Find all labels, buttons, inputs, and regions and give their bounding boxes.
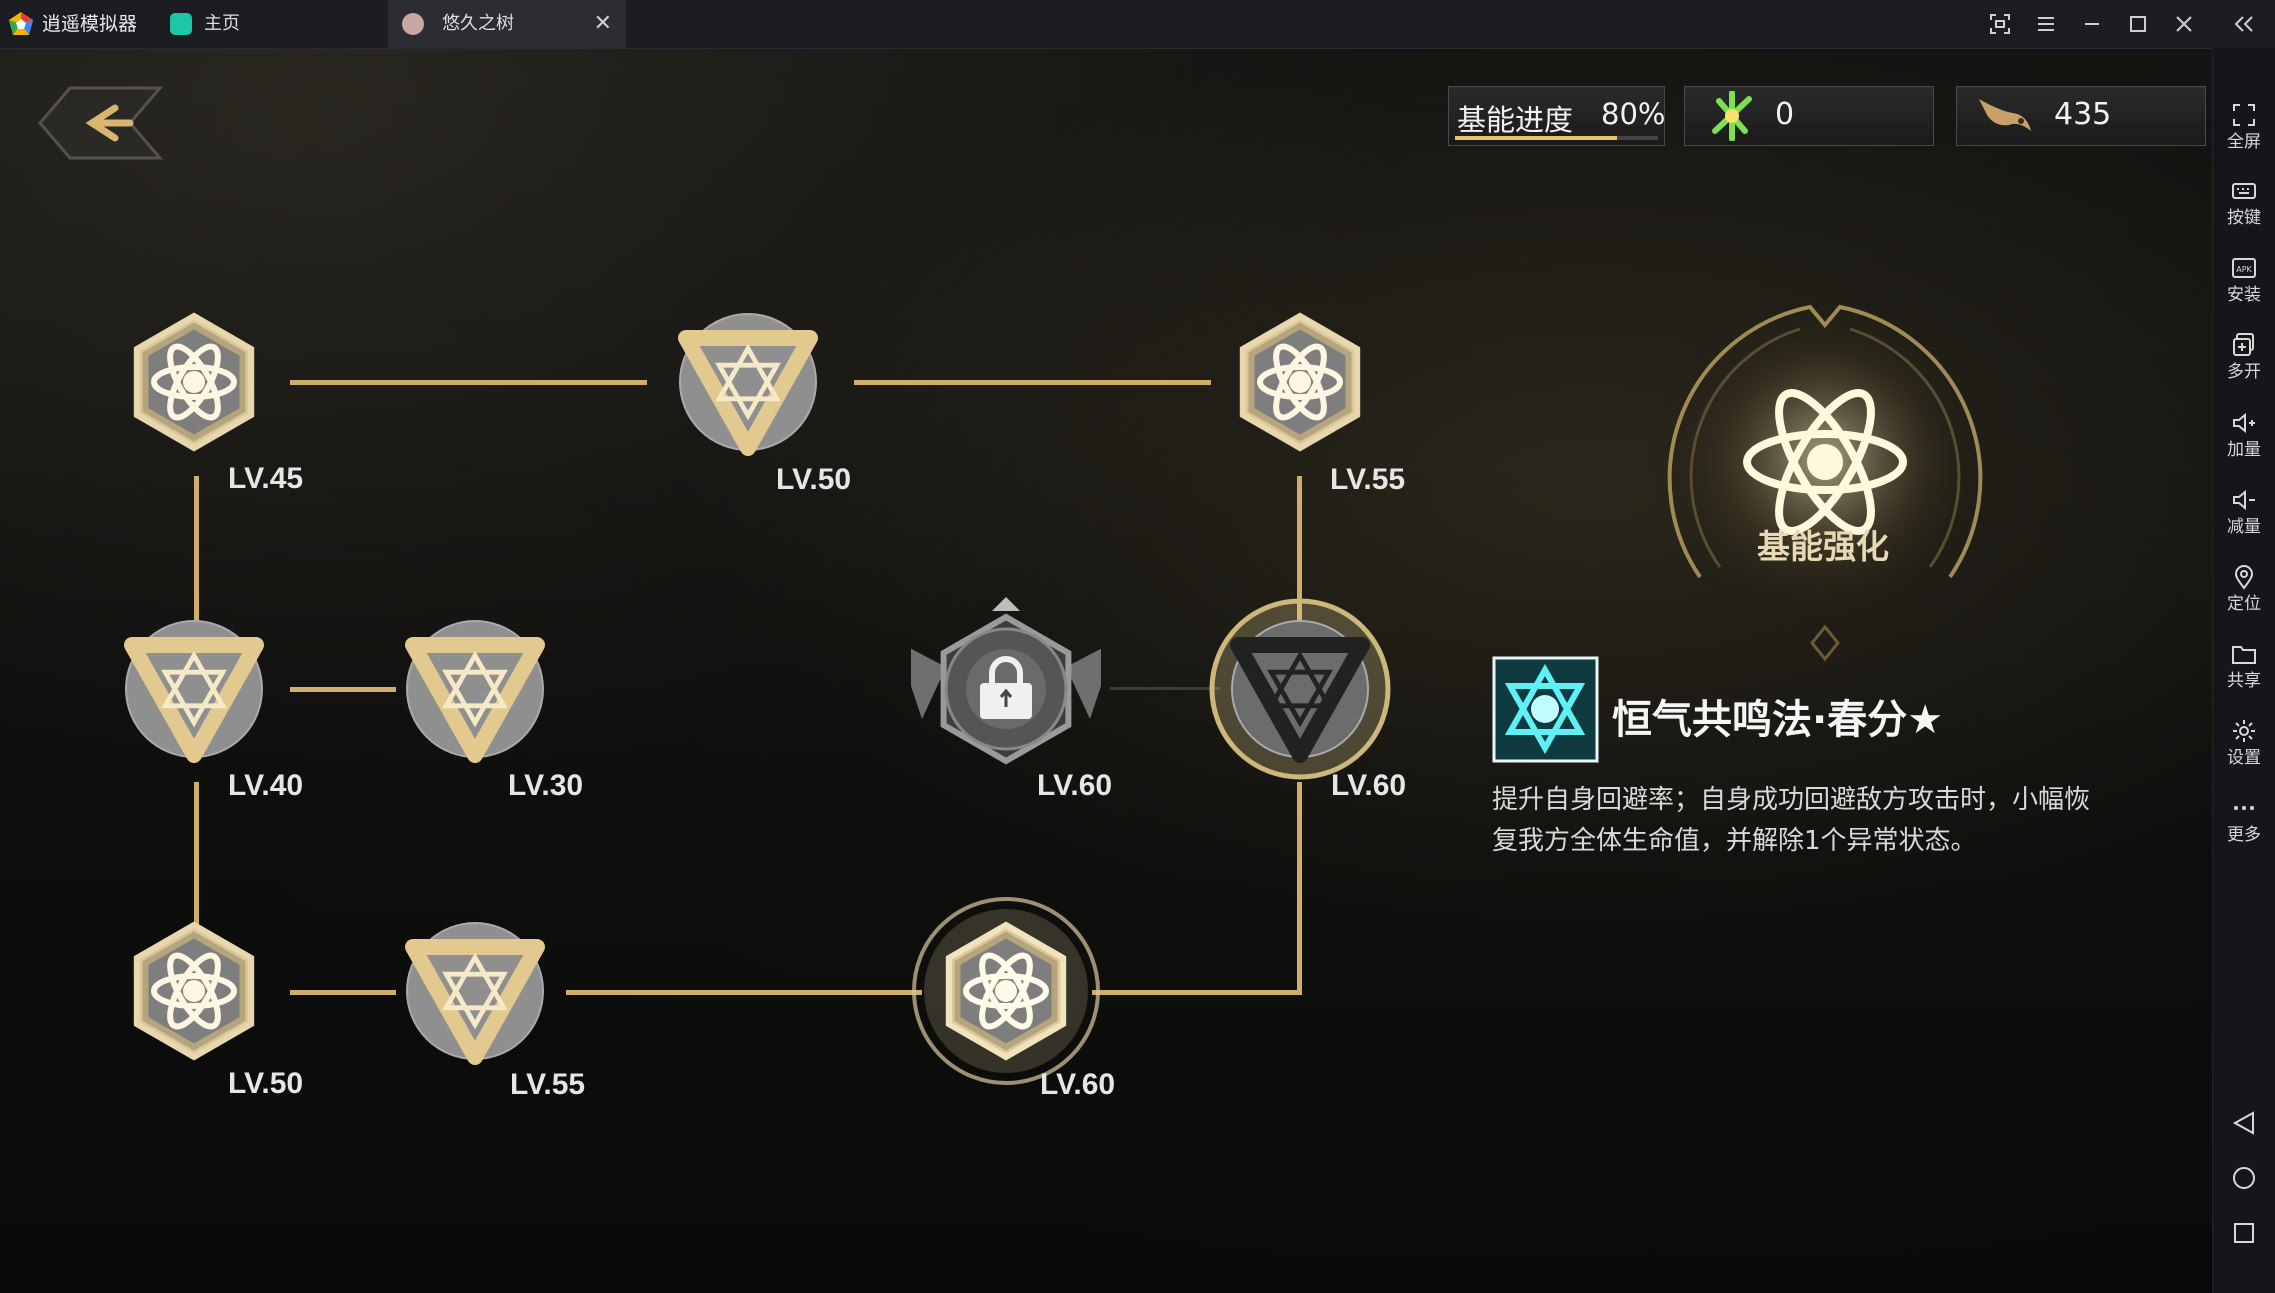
sidebar-item-gear[interactable]: 设置: [2213, 716, 2275, 768]
skill-node-tri[interactable]: [380, 896, 570, 1086]
apk-install-icon: APK: [2232, 258, 2256, 278]
back-arrow-icon[interactable]: [30, 83, 165, 163]
tab-home-label: 主页: [204, 13, 240, 34]
skill-title: 恒气共鸣法·春分★: [1612, 697, 1944, 743]
sidebar-item-apk-install[interactable]: APK 安装: [2213, 253, 2275, 305]
node-level-label: LV.50: [228, 1067, 304, 1100]
sidebar-item-label: 设置: [2227, 748, 2261, 768]
tab-game-label: 悠久之树: [442, 13, 514, 34]
emblem-label: 基能强化: [1757, 527, 1889, 566]
sidebar-item-multi-instance[interactable]: 多开: [2213, 330, 2275, 382]
skill-node-tri[interactable]: [380, 594, 570, 784]
skill-node-hex[interactable]: [99, 287, 289, 477]
currency1-value: 0: [1775, 97, 1795, 132]
volume-up-icon: [2233, 412, 2255, 434]
progress-label: 基能进度: [1457, 103, 1574, 137]
collapse-icon[interactable]: [2221, 0, 2267, 48]
node-level-label: LV.40: [228, 769, 304, 802]
sidebar-item-label: 共享: [2227, 671, 2261, 691]
fullscreen-icon: [2233, 104, 2255, 126]
currency2-panel: 435: [1956, 86, 2206, 146]
sidebar-item-label: 安装: [2227, 285, 2261, 305]
back-triangle-icon[interactable]: [2231, 1110, 2257, 1136]
skill-description: 提升自身回避率；自身成功回避敌方攻击时，小幅恢 复我方全体生命值，并解除1个异常…: [1492, 780, 2192, 862]
tab-game[interactable]: 悠久之树 ✕: [388, 0, 626, 48]
home-tab-icon: [170, 13, 192, 35]
node-level-label: LV.60: [1331, 769, 1407, 802]
menu-icon[interactable]: [2023, 0, 2069, 48]
close-icon[interactable]: [2161, 0, 2207, 48]
title-bar: 逍遥模拟器 主页 悠久之树 ✕: [0, 0, 2275, 49]
connector-line: [854, 380, 1211, 385]
skill-node-tri[interactable]: [99, 594, 289, 784]
currency1-panel: 0: [1684, 86, 1934, 146]
tab-home[interactable]: 主页: [160, 0, 380, 48]
skill-node-hex-glow[interactable]: [911, 896, 1101, 1086]
location-icon: [2234, 565, 2254, 590]
sidebar-item-label: 按键: [2227, 208, 2261, 228]
node-level-label: LV.60: [1040, 1068, 1116, 1101]
skill-star-icon: [1492, 656, 1599, 763]
skill-node-locked[interactable]: [911, 594, 1101, 784]
more-icon: [2234, 806, 2254, 810]
sidebar-item-keyboard[interactable]: 按键: [2213, 176, 2275, 228]
currency2-value: 435: [2054, 97, 2112, 132]
progress-value: 80%: [1601, 97, 1666, 131]
sidebar-item-more[interactable]: 更多: [2213, 793, 2275, 845]
sidebar-item-folder-share[interactable]: 共享: [2213, 639, 2275, 691]
folder-share-icon: [2232, 646, 2256, 664]
sidebar-item-label: 更多: [2227, 825, 2261, 845]
game-viewport[interactable]: 基能进度 80% 0 435 LV.45 LV.50 LV.55 LV.40 L…: [0, 49, 2212, 1293]
skill-node-tri[interactable]: [653, 287, 843, 477]
app-name: 逍遥模拟器: [42, 13, 138, 35]
sidebar-item-volume-up[interactable]: 加量: [2213, 408, 2275, 460]
node-level-label: LV.50: [776, 463, 852, 496]
screenshot-icon[interactable]: [1977, 0, 2023, 48]
node-level-label: LV.30: [508, 769, 584, 802]
node-level-label: LV.55: [1330, 463, 1406, 496]
multi-instance-icon: [2233, 333, 2254, 356]
emulator-sidebar: 全屏按键 APK 安装多开加量减量定位共享设置更多: [2212, 48, 2275, 1293]
energy-enhance-emblem: [1645, 297, 2005, 662]
keyboard-icon: [2232, 183, 2256, 199]
maximize-icon[interactable]: [2115, 0, 2161, 48]
close-tab-icon[interactable]: ✕: [594, 0, 612, 48]
skill-description-line: 复我方全体生命值，并解除1个异常状态。: [1492, 826, 1977, 856]
progress-track: [1455, 136, 1658, 140]
sidebar-item-label: 加量: [2227, 440, 2261, 460]
connector-line: [1092, 990, 1302, 995]
connector-line: [1297, 782, 1302, 995]
sidebar-item-volume-down[interactable]: 减量: [2213, 485, 2275, 537]
bird-currency-icon: [1979, 99, 2031, 131]
connector-line: [566, 990, 922, 995]
sidebar-item-label: 多开: [2227, 362, 2261, 382]
game-tab-icon: [402, 13, 424, 35]
connector-line-locked: [1110, 687, 1220, 690]
skill-description-line: 提升自身回避率；自身成功回避敌方攻击时，小幅恢: [1492, 785, 2091, 815]
progress-fill: [1455, 136, 1618, 140]
svg-text:APK: APK: [2236, 265, 2252, 274]
volume-down-icon: [2233, 489, 2255, 511]
home-circle-icon[interactable]: [2231, 1165, 2257, 1191]
connector-line: [290, 380, 647, 385]
node-level-label: LV.55: [510, 1068, 586, 1101]
node-level-label: LV.60: [1037, 769, 1113, 802]
emulator-logo-icon: [9, 12, 33, 35]
skill-node-hex[interactable]: [99, 896, 289, 1086]
sidebar-item-label: 定位: [2227, 594, 2261, 614]
sidebar-item-label: 全屏: [2227, 132, 2261, 152]
skill-node-hex[interactable]: [1205, 287, 1395, 477]
sidebar-item-fullscreen[interactable]: 全屏: [2213, 100, 2275, 152]
sidebar-item-label: 减量: [2227, 517, 2261, 537]
skill-node-tri-selected[interactable]: [1205, 594, 1395, 784]
minimize-icon[interactable]: [2069, 0, 2115, 48]
recent-square-icon[interactable]: [2231, 1220, 2257, 1246]
gear-icon: [2233, 720, 2255, 742]
sidebar-item-location[interactable]: 定位: [2213, 562, 2275, 614]
crystal-currency-icon: [1712, 91, 1752, 141]
node-level-label: LV.45: [228, 462, 304, 495]
progress-panel: 基能进度 80%: [1448, 86, 1665, 146]
